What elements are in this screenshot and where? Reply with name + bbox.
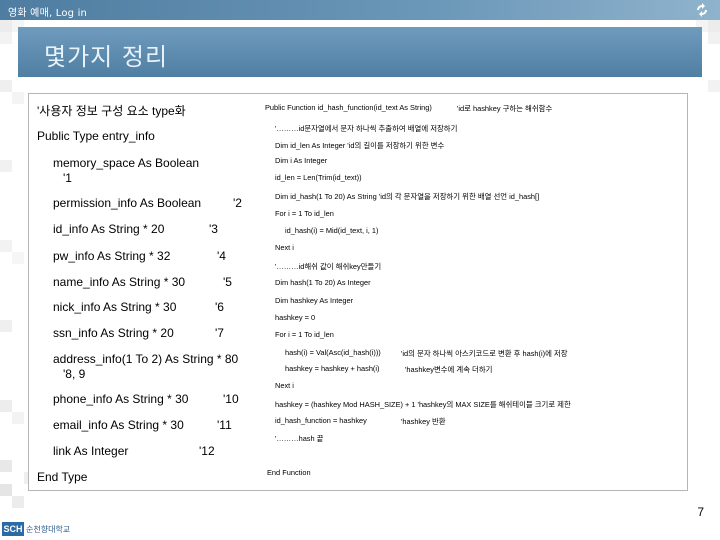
code-line: email_info As String * 30	[53, 418, 184, 432]
code-line: memory_space As Boolean	[53, 156, 200, 170]
code-comment: 'hashkey 반환	[401, 417, 446, 426]
code-line: Public Type entry_info	[37, 129, 155, 143]
code-line: nick_info As String * 30	[53, 300, 177, 314]
window-title: 영화 예매, Log in	[8, 8, 88, 19]
code-comment: '10	[223, 392, 239, 406]
code-comment: '12	[199, 444, 215, 458]
code-comment: '8, 9	[63, 367, 86, 381]
code-line: id_len = Len(Trim(id_text))	[275, 173, 362, 182]
code-comment: '사용자 정보 구성 요소 type화	[37, 104, 186, 118]
code-comment: '7	[215, 326, 224, 340]
slide-title: 몇가지 정리	[44, 43, 169, 71]
code-line: ssn_info As String * 20	[53, 326, 174, 340]
code-comment: 'id로 hashkey 구하는 해쉬함수	[457, 104, 553, 113]
code-comment: '6	[215, 300, 224, 314]
code-line: Dim id_len As Integer 'id의 길이를 저장하기 위한 변…	[275, 141, 445, 150]
code-line: For i = 1 To id_len	[275, 209, 334, 218]
code-line: Next i	[275, 381, 294, 390]
code-line: permission_info As Boolean	[53, 196, 202, 210]
code-line: For i = 1 To id_len	[275, 330, 334, 339]
code-line: phone_info As String * 30	[53, 392, 189, 406]
code-comment: '………id문자열에서 문자 하나씩 추출하여 배열에 저장하기	[275, 124, 458, 133]
code-line: Dim i As Integer	[275, 156, 328, 165]
logo-text: 순천향대학교	[26, 525, 71, 534]
code-comment: '11	[217, 418, 232, 432]
code-comment: '3	[209, 222, 218, 236]
code-line: address_info(1 To 2) As String * 80	[53, 352, 239, 366]
logo-badge: SCH	[2, 522, 24, 536]
university-logo: SCH 순천향대학교	[2, 520, 82, 538]
code-line: Public Function id_hash_function(id_text…	[265, 103, 432, 112]
code-line: id_hash(i) = Mid(id_text, i, 1)	[285, 226, 379, 235]
code-line: id_info As String * 20	[53, 222, 165, 236]
code-line: link As Integer	[53, 444, 129, 458]
code-line: End Type	[37, 470, 88, 484]
code-comment: '1	[63, 171, 72, 185]
code-line: Dim hashkey As Integer	[275, 296, 354, 305]
code-line: id_hash_function = hashkey	[275, 416, 367, 425]
code-line: name_info As String * 30	[53, 275, 186, 289]
title-banner: 몇가지 정리	[18, 27, 702, 77]
recycle-arrows-icon	[697, 3, 707, 17]
code-panel: '사용자 정보 구성 요소 type화 Public Type entry_in…	[28, 93, 688, 491]
code-line: End Function	[267, 468, 311, 477]
code-line: hashkey = (hashkey Mod HASH_SIZE) + 1 'h…	[275, 400, 571, 409]
code-comment: '2	[233, 196, 242, 210]
code-line: hashkey = hashkey + hash(i)	[285, 364, 380, 373]
page-number: 7	[697, 505, 704, 519]
code-comment: '4	[217, 249, 226, 263]
title-bar: 영화 예매, Log in	[0, 0, 720, 20]
code-comment: '………hash 끝	[275, 434, 324, 443]
code-line: Dim id_hash(1 To 20) As String 'id의 각 문자…	[275, 192, 540, 201]
code-line: hash(i) = Val(Asc(id_hash(i)))	[285, 348, 381, 357]
code-line: hashkey = 0	[275, 313, 316, 322]
code-line: Next i	[275, 243, 294, 252]
code-comment: 'id의 문자 하나씩 아스키코드로 변환 후 hash(i)에 저장	[401, 349, 568, 358]
code-comment: 'hashkey변수에 계속 더하기	[405, 365, 493, 374]
code-comment: '5	[223, 275, 232, 289]
code-line: pw_info As String * 32	[53, 249, 171, 263]
code-line: Dim hash(1 To 20) As Integer	[275, 278, 371, 287]
code-comment: '………id해쉬 값이 해쉬key만들기	[275, 262, 382, 271]
